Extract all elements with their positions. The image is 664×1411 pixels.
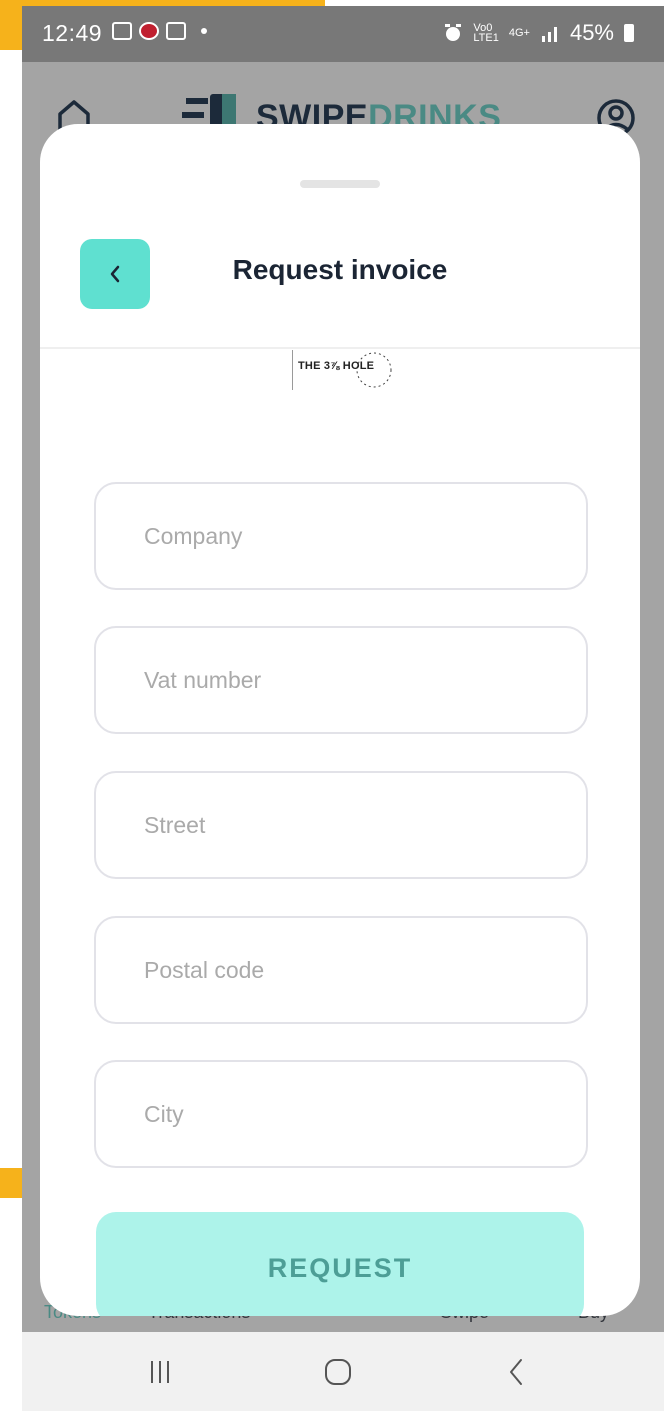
status-time: 12:49 xyxy=(42,20,103,46)
postal-code-input[interactable] xyxy=(144,918,564,1022)
alarm-icon xyxy=(445,24,462,41)
venue-logo-text: THE 3⅞ HOLE xyxy=(298,360,375,372)
volte-icon: Vo0 LTE1 xyxy=(473,22,499,44)
back-nav-button[interactable] xyxy=(496,1352,536,1392)
status-right: Vo0 LTE1 4G+ 45% xyxy=(443,20,634,46)
company-input[interactable] xyxy=(144,484,564,588)
page-title: Request invoice xyxy=(232,254,448,285)
recent-apps-button[interactable] xyxy=(140,1352,180,1392)
network-type: 4G+ xyxy=(508,27,530,39)
mail-icon xyxy=(112,22,132,40)
android-nav-bar xyxy=(22,1332,664,1411)
sheet-drag-handle[interactable] xyxy=(300,180,380,188)
more-notifications-icon xyxy=(201,28,207,34)
request-invoice-sheet: Request invoice THE 3⅞ HOLE REQUEST xyxy=(40,124,640,1316)
battery-percent: 45% xyxy=(569,20,614,45)
back-arrow-icon xyxy=(510,1359,522,1385)
city-input[interactable] xyxy=(144,1062,564,1166)
company-field[interactable] xyxy=(94,482,588,590)
call-icon xyxy=(139,22,159,40)
status-bar: 12:49 Vo0 LTE1 4G+ 45% xyxy=(22,6,664,62)
street-input[interactable] xyxy=(144,773,564,877)
city-field[interactable] xyxy=(94,1060,588,1168)
street-field[interactable] xyxy=(94,771,588,879)
request-button[interactable]: REQUEST xyxy=(96,1212,584,1316)
signal-icon xyxy=(541,27,557,42)
recent-apps-icon xyxy=(151,1361,169,1383)
postal-code-field[interactable] xyxy=(94,916,588,1024)
vat-number-input[interactable] xyxy=(144,628,564,732)
notification-icons xyxy=(112,22,207,40)
vat-number-field[interactable] xyxy=(94,626,588,734)
message-icon xyxy=(166,22,186,40)
home-nav-button[interactable] xyxy=(318,1352,358,1392)
home-circle-icon xyxy=(325,1359,351,1385)
phone-screen: 12:49 Vo0LTE1 4G+ 45% SWIPEDRINKS Tokens… xyxy=(22,6,664,1411)
venue-logo: THE 3⅞ HOLE xyxy=(292,348,402,392)
battery-icon xyxy=(624,24,634,42)
